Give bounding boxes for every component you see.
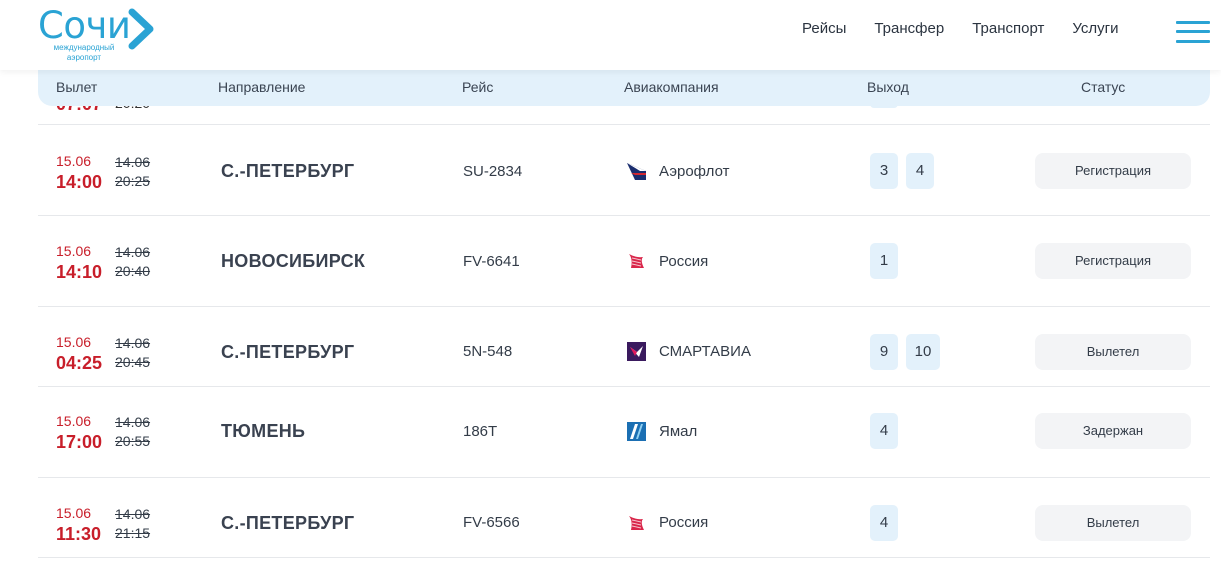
nav-transfer[interactable]: Трансфер [874,20,944,37]
destination: С.-ПЕТЕРБУРГ [221,342,355,362]
column-airline: Авиакомпания [624,79,719,95]
flight-row[interactable]: 15.06 14:00 14.06 20:25 С.-ПЕТЕРБУРГ SU-… [38,124,1210,216]
gate-badge: 4 [906,153,934,189]
logo-sub-line-2: аэропорт [66,53,102,62]
destination: С.-ПЕТЕРБУРГ [221,161,355,181]
airline-name: Аэрофлот [659,163,730,180]
hamburger-menu-icon[interactable] [1176,19,1210,45]
column-gate: Выход [867,79,909,95]
old-date: 14.06 [115,335,151,351]
gate-badge: 4 [870,505,898,541]
airline-name: Россия [659,514,709,531]
column-direction: Направление [218,79,306,95]
site-header: Сочи международный аэропорт Рейсы Трансф… [0,0,1221,70]
old-date: 14.06 [115,154,151,170]
new-date: 15.06 [56,334,92,350]
column-status: Статус [1081,79,1126,95]
sochi-airport-logo[interactable]: Сочи международный аэропорт [36,4,166,64]
logo-arrow-icon [128,8,154,50]
new-time: 14:10 [56,262,103,282]
main-nav: Рейсы Трансфер Транспорт Услуги [802,20,1146,37]
nav-flights[interactable]: Рейсы [802,20,846,37]
new-date: 15.06 [56,505,92,521]
airline-name: Ямал [659,423,698,440]
column-flight: Рейс [462,79,494,95]
destination: ТЮМЕНЬ [221,421,306,441]
rossiya-logo-icon [629,254,644,268]
new-time: 17:00 [56,432,103,452]
airline-name: Россия [659,253,709,270]
column-departure: Вылет [56,79,98,95]
gate-badge: 10 [906,334,940,370]
old-date: 14.06 [115,506,151,522]
status-badge[interactable]: Задержан [1035,413,1191,449]
airline-name: СМАРТАВИА [659,343,751,360]
flight-number: FV-6566 [463,514,520,531]
destination: С.-ПЕТЕРБУРГ [221,513,355,533]
old-date: 14.06 [115,414,151,430]
old-date: 14.06 [115,244,151,260]
rossiya-logo-icon [629,516,644,530]
gate-badge: 1 [870,243,898,279]
new-date: 15.06 [56,243,92,259]
new-time: 14:00 [56,172,103,192]
status-badge[interactable]: Вылетел [1035,334,1191,370]
gate-badge: 3 [870,153,898,189]
yamal-logo-icon [627,422,646,441]
new-time: 04:25 [56,353,103,373]
flight-row[interactable]: 15.06 11:30 14.06 21:15 С.-ПЕТЕРБУРГ FV-… [38,478,1210,558]
flight-row[interactable]: 15.06 04:25 14.06 20:45 С.-ПЕТЕРБУРГ 5N-… [38,307,1210,387]
flight-number: 5N-548 [463,343,513,360]
nav-transport[interactable]: Транспорт [972,20,1044,37]
destination: НОВОСИБИРСК [221,251,366,271]
flight-row[interactable]: 15.06 14:10 14.06 20:40 НОВОСИБИРСК FV-6… [38,216,1210,307]
new-time: 11:30 [56,524,102,544]
gate-badge: 9 [870,334,898,370]
flight-number: 186T [463,423,498,440]
status-badge[interactable]: Регистрация [1035,243,1191,279]
logo-word: Сочи [38,4,131,47]
flights-table-header: Вылет Направление Рейс Авиакомпания Выхо… [38,68,1210,106]
logo-subtitle: международный аэропорт [44,43,124,63]
flight-number: SU-2834 [463,163,523,180]
status-badge[interactable]: Регистрация [1035,153,1191,189]
smartavia-logo-icon [627,342,646,361]
old-time: 20:45 [115,354,151,370]
old-time: 21:15 [115,525,151,541]
status-badge[interactable]: Вылетел [1035,505,1191,541]
old-time: 20:25 [115,173,151,189]
logo-sub-line-1: международный [53,43,115,52]
gate-badge: 4 [870,413,898,449]
aeroflot-logo-icon [627,163,646,180]
old-time: 20:55 [115,433,151,449]
new-date: 15.06 [56,153,92,169]
flight-row[interactable]: 15.06 17:00 14.06 20:55 ТЮМЕНЬ 186T Ямал… [38,387,1210,478]
nav-services[interactable]: Услуги [1072,20,1118,37]
old-time: 20:40 [115,263,151,279]
flight-number: FV-6641 [463,253,520,270]
new-date: 15.06 [56,413,92,429]
